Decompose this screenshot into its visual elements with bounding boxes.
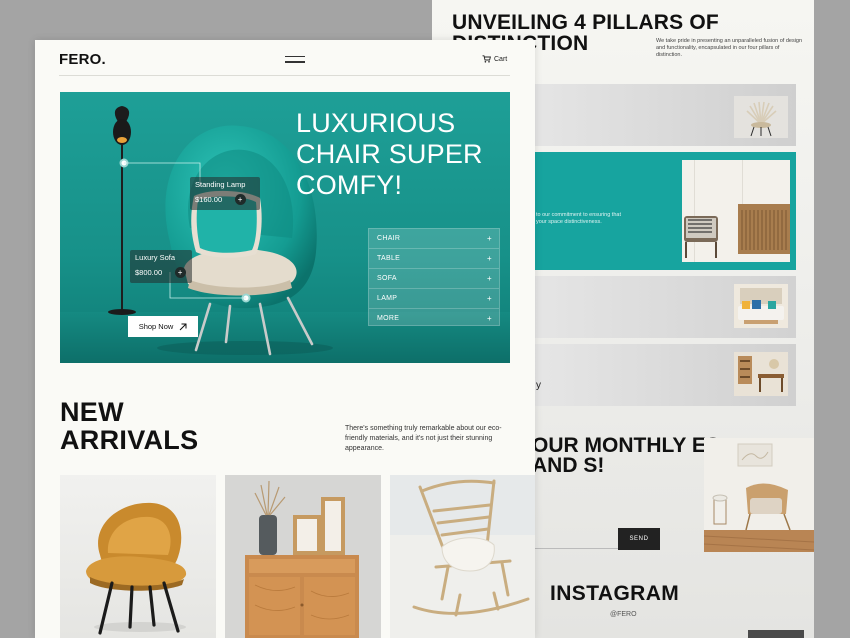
plus-icon: + bbox=[487, 294, 492, 303]
pillar-3-image bbox=[734, 284, 788, 328]
hero-banner: LUXURIOUS CHAIR SUPER COMFY! Standing La… bbox=[60, 92, 510, 363]
product-tag-standing-lamp[interactable]: Standing Lamp $160.00 + bbox=[190, 177, 260, 210]
pillar-4-image bbox=[734, 352, 788, 396]
pillar-1-image bbox=[734, 96, 788, 138]
product-tag-luxury-sofa[interactable]: Luxury Sofa $800.00 + bbox=[130, 250, 192, 283]
plus-icon[interactable]: + bbox=[234, 194, 246, 205]
hero-title: LUXURIOUS CHAIR SUPER COMFY! bbox=[296, 108, 483, 200]
category-item-more[interactable]: MORE + bbox=[369, 309, 499, 328]
category-label: MORE bbox=[377, 315, 400, 322]
instagram-tile[interactable] bbox=[748, 630, 804, 638]
hamburger-icon[interactable] bbox=[285, 56, 305, 65]
category-label: SOFA bbox=[377, 275, 397, 282]
category-label: CHAIR bbox=[377, 235, 401, 242]
product-image bbox=[390, 475, 535, 638]
pillar-2-image bbox=[682, 160, 790, 262]
category-item-lamp[interactable]: LAMP + bbox=[369, 289, 499, 309]
category-item-chair[interactable]: CHAIR + bbox=[369, 229, 499, 249]
plus-icon: + bbox=[487, 274, 492, 283]
plus-icon: + bbox=[487, 234, 492, 243]
product-card-cabinet[interactable] bbox=[225, 475, 381, 638]
product-image bbox=[86, 502, 187, 635]
arrow-up-right-icon bbox=[179, 323, 187, 330]
category-label: LAMP bbox=[377, 295, 398, 302]
newsletter-image bbox=[704, 438, 814, 552]
send-button[interactable]: SEND bbox=[618, 528, 660, 550]
instagram-handle[interactable]: @FERO bbox=[610, 611, 637, 618]
email-input[interactable] bbox=[534, 548, 618, 549]
tag-product-name: Standing Lamp bbox=[195, 180, 246, 189]
cart-icon bbox=[482, 55, 491, 63]
cart-label: Cart bbox=[494, 55, 508, 63]
category-menu: CHAIR + TABLE + SOFA + LAMP + MORE + bbox=[368, 228, 500, 326]
cart-button[interactable]: Cart bbox=[482, 55, 507, 63]
plus-icon: + bbox=[487, 254, 492, 263]
tag-product-price: $800.00 bbox=[135, 268, 163, 277]
category-label: TABLE bbox=[377, 255, 401, 262]
product-card-chair[interactable] bbox=[60, 475, 216, 638]
new-arrivals-title: NEW ARRIVALS bbox=[60, 397, 199, 455]
pillar-4-text: y bbox=[536, 380, 541, 391]
shop-now-button[interactable]: Shop Now bbox=[128, 316, 198, 337]
plus-icon[interactable]: + bbox=[174, 267, 186, 278]
logo[interactable]: FERO. bbox=[59, 51, 106, 68]
category-item-sofa[interactable]: SOFA + bbox=[369, 269, 499, 289]
new-arrivals-description: There's something truly remarkable about… bbox=[345, 425, 502, 452]
category-item-table[interactable]: TABLE + bbox=[369, 249, 499, 269]
instagram-title: INSTAGRAM bbox=[550, 582, 680, 605]
newsletter-title: OUR MONTHLY ES AND S! bbox=[532, 434, 720, 477]
front-page: FERO. Cart LUXURIOUS CHAIR SUPER COMFY! … bbox=[35, 40, 535, 638]
nav-divider bbox=[59, 75, 510, 76]
tag-product-price: $160.00 bbox=[195, 195, 223, 204]
shop-now-label: Shop Now bbox=[138, 322, 174, 331]
pillar-2-text: to our commitment to ensuring that your … bbox=[536, 212, 621, 225]
plus-icon: + bbox=[487, 314, 492, 323]
tag-product-name: Luxury Sofa bbox=[135, 253, 176, 262]
pillars-description: We take pride in presenting an unparalle… bbox=[656, 38, 803, 58]
product-image bbox=[225, 475, 381, 638]
product-card-rocking-chair[interactable] bbox=[390, 475, 535, 638]
